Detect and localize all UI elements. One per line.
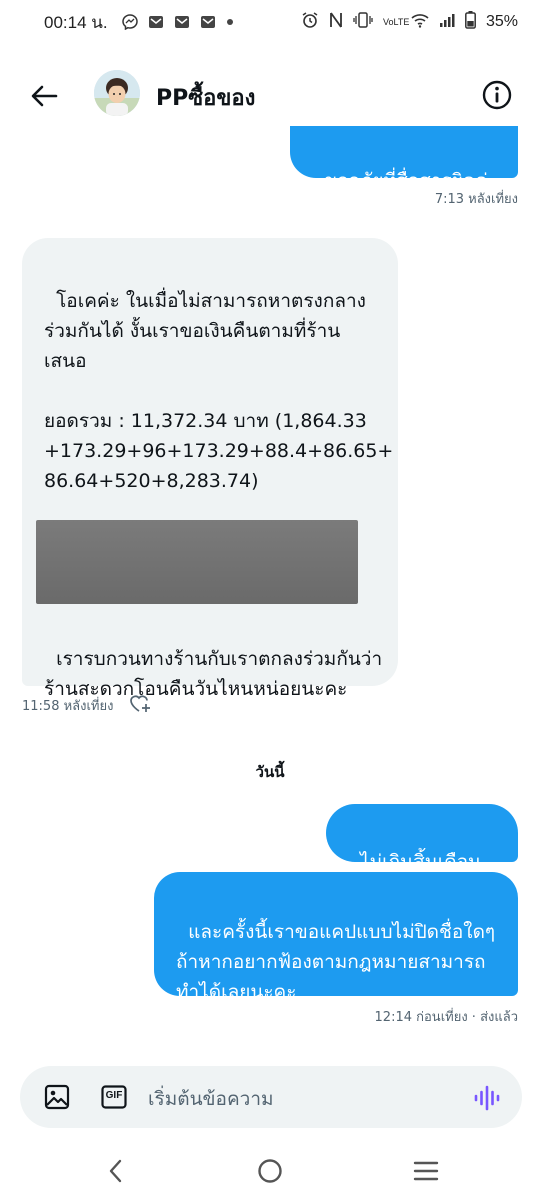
message-text: เรารบกวนทางร้านกับเราตกลงร่วมกันว่า ร้าน… [44, 648, 383, 700]
wifi-icon [411, 12, 429, 33]
info-icon [482, 80, 512, 110]
gif-button[interactable]: GIF [100, 1084, 128, 1110]
gif-label: GIF [105, 1090, 123, 1101]
lte-icon: VoLTE [382, 16, 410, 27]
battery-icon [465, 10, 476, 34]
message-bubble-sent[interactable]: ไม่เกินสิ้นเดือนค่ะ [326, 804, 518, 903]
dot-icon [226, 18, 234, 26]
home-circle-icon [258, 1159, 282, 1183]
menu-lines-icon [413, 1161, 439, 1181]
conversation-header: PPซื้อของ [0, 60, 540, 130]
mail-icon [148, 14, 164, 30]
voice-waveform-icon [474, 1085, 500, 1111]
voice-message-button[interactable] [472, 1084, 502, 1112]
message-text: และครั้งนี้เราขอแคปแบบไม่ปิดชื่อใดๆ ถ้าห… [176, 921, 496, 1003]
message-bubble-sent[interactable]: และครั้งนี้เราขอแคปแบบไม่ปิดชื่อใดๆ ถ้าห… [154, 872, 518, 1003]
nfc-icon [329, 11, 343, 34]
image-button[interactable] [42, 1083, 72, 1111]
message-text-continued: เรารบกวนทางร้านกับเราตกลงร่วมกันว่า ร้าน… [44, 614, 394, 704]
signal-icon [439, 12, 455, 33]
message-timestamp: 7:13 หลังเที่ยง [434, 192, 518, 207]
mail-icon [200, 14, 216, 30]
battery-percent: 35% [485, 13, 518, 30]
arrow-left-icon [31, 85, 58, 107]
day-separator: วันนี้ [255, 763, 285, 781]
nav-home-button[interactable] [250, 1154, 290, 1188]
message-input[interactable]: เริ่มต้นข้อความ [148, 1084, 274, 1114]
back-button[interactable] [26, 78, 62, 114]
message-timestamp: 11:58 หลังเที่ยง [22, 699, 114, 714]
status-bar: 00:14 น. VoLTE 35% [0, 0, 540, 44]
avatar[interactable] [94, 70, 140, 116]
nav-recents-button[interactable] [406, 1154, 446, 1188]
alarm-icon [301, 11, 319, 34]
react-heart-button[interactable] [128, 692, 154, 716]
message-status: 12:14 ก่อนเที่ยง · ส่งแล้ว [374, 1010, 518, 1025]
image-icon [44, 1084, 70, 1110]
mail-icon [174, 14, 190, 30]
message-bubble-sent[interactable]: ขออภัยที่สื่อสารผิดค่ะ [290, 126, 518, 192]
heart-plus-icon [130, 695, 150, 712]
system-nav-bar [0, 1140, 540, 1200]
nav-back-button[interactable] [96, 1154, 136, 1188]
info-button[interactable] [478, 76, 516, 114]
message-text: โอเคค่ะ ในเมื่อไม่สามารถหาตรงกลาง ร่วมกั… [44, 290, 394, 552]
message-composer: GIF เริ่มต้นข้อความ [20, 1066, 522, 1128]
contact-name[interactable]: PPซื้อของ [156, 80, 255, 115]
status-time: 00:14 น. [44, 12, 108, 32]
vibrate-icon [353, 11, 373, 33]
messenger-icon [121, 14, 138, 30]
chevron-left-icon [109, 1159, 122, 1183]
redacted-account-block [36, 520, 358, 604]
